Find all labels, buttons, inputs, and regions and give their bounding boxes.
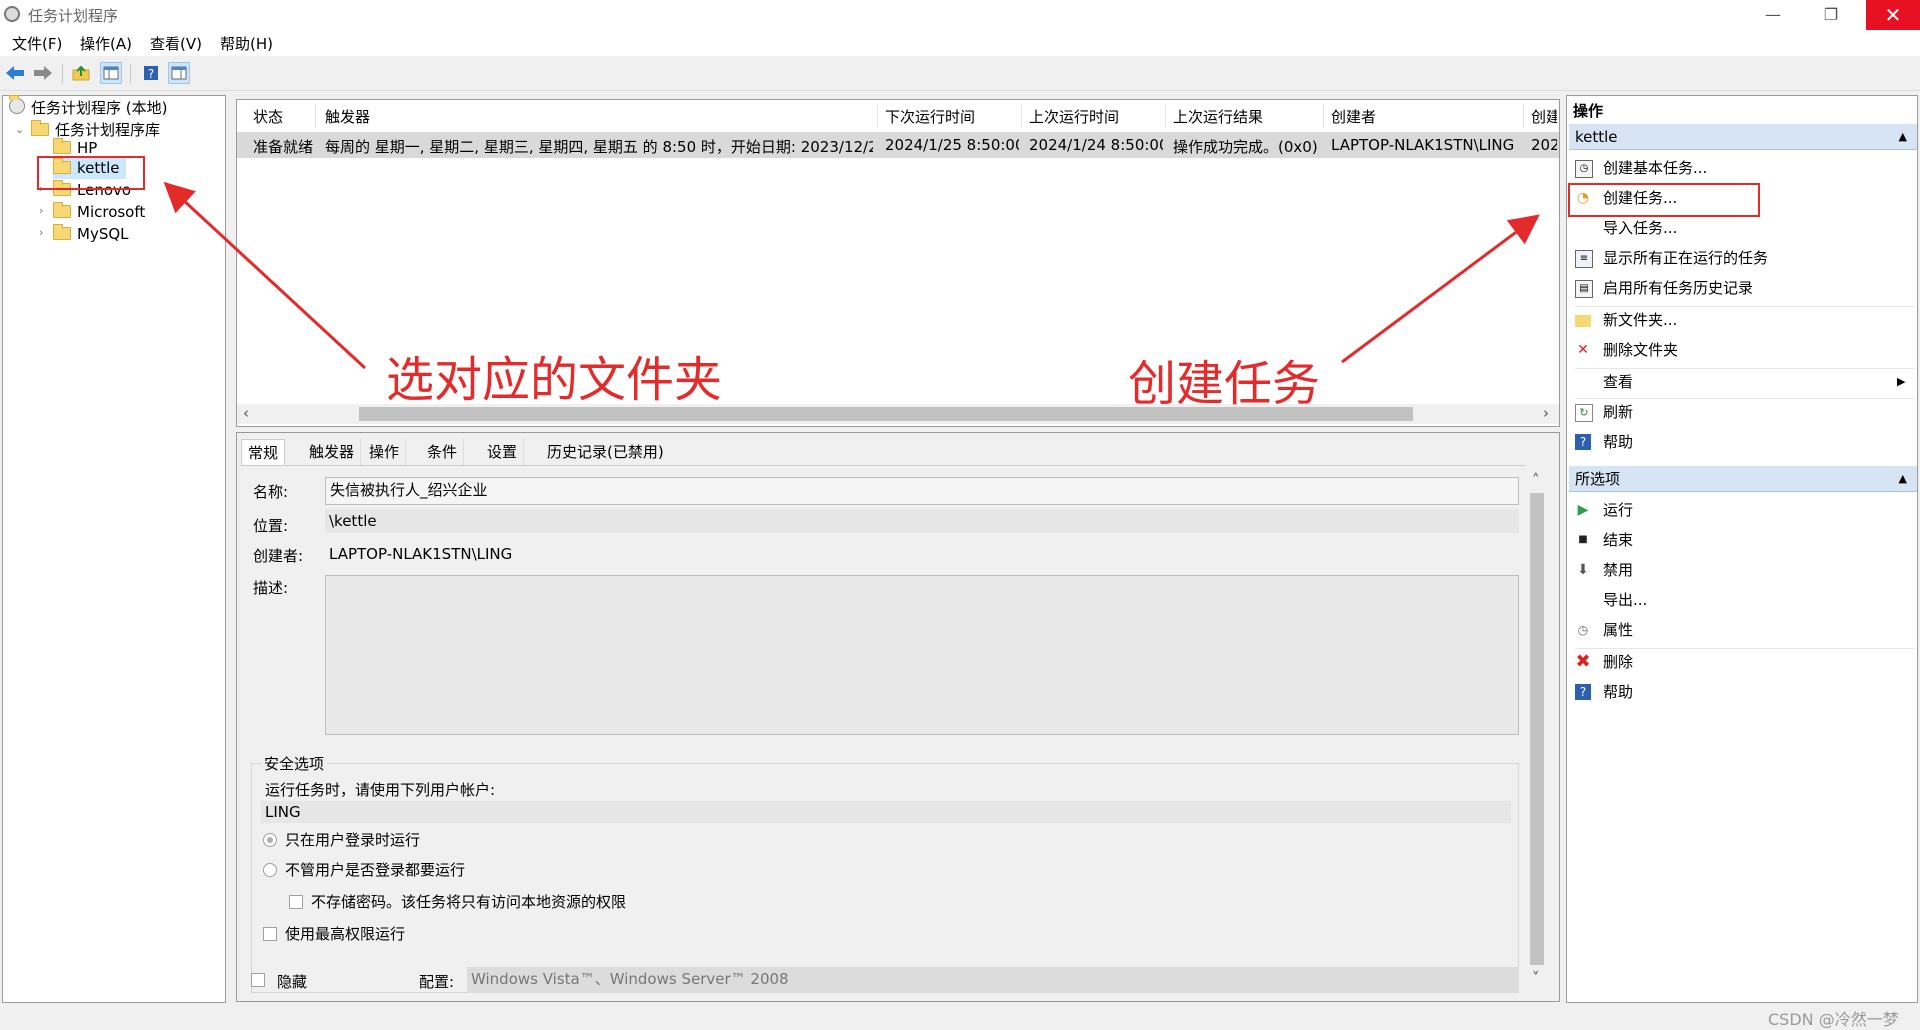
annotation-arrow-left — [163, 181, 367, 370]
annotation-create-task-text: 创建任务 — [1128, 356, 1321, 412]
annotation-arrow-right — [1341, 214, 1540, 364]
annotation-arrows — [163, 181, 1540, 370]
annotation-select-folder-text: 选对应的文件夹 — [386, 352, 723, 408]
